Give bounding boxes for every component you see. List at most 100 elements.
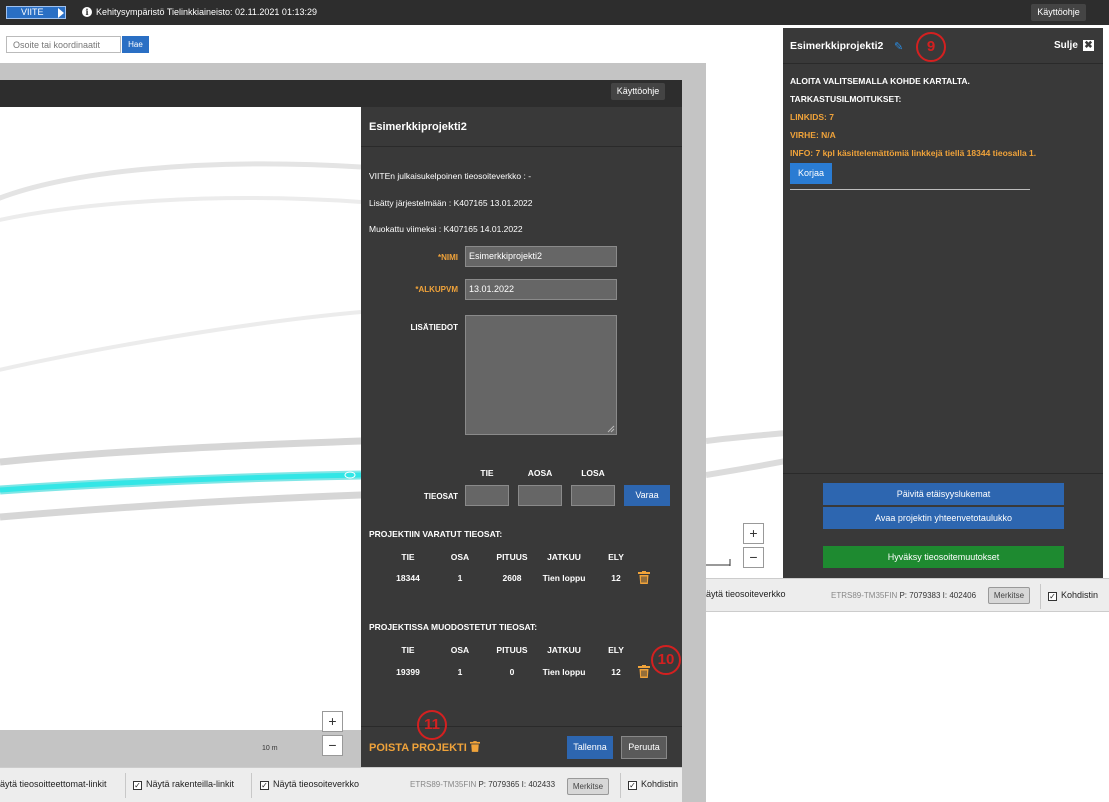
zoom-out-button[interactable]: − [322, 735, 343, 756]
fix-button[interactable]: Korjaa [790, 163, 832, 184]
projection-label: ETRS89-TM35FIN [831, 591, 898, 600]
cell-ely: 12 [611, 573, 621, 583]
trash-icon [469, 741, 480, 752]
checkbox-checked-icon[interactable]: ✓ [133, 781, 142, 790]
map-view[interactable] [0, 107, 361, 730]
table-header-jatkuu: JATKUU [547, 552, 581, 562]
i-value: 402433 [528, 780, 556, 789]
checkbox-checked-icon[interactable]: ✓ [628, 781, 637, 790]
public-network-text: VIITEn julkaisukelpoinen tieosoiteverkko… [369, 171, 532, 181]
delete-project-button[interactable]: POISTA PROJEKTI [369, 741, 480, 754]
road-line [706, 458, 786, 478]
reserved-parts-header: PROJEKTIIN VARATUT TIEOSAT: [369, 529, 503, 539]
road-number-input[interactable] [465, 485, 509, 506]
zoom-in-button[interactable]: + [743, 523, 764, 544]
p-label: P: [899, 591, 908, 600]
name-field[interactable]: Esimerkkiprojekti2 [465, 246, 617, 267]
added-text: Lisätty järjestelmään : K407165 13.01.20… [369, 198, 533, 208]
end-part-input[interactable] [571, 485, 615, 506]
save-button[interactable]: Tallenna [567, 736, 613, 759]
under-construction-toggle[interactable]: ✓ Näytä rakenteilla-linkit [133, 779, 234, 790]
i-label: I: [942, 591, 948, 600]
checkbox-checked-icon[interactable]: ✓ [1048, 592, 1057, 601]
road-line [0, 196, 361, 222]
search-input[interactable] [6, 36, 121, 53]
reserve-button[interactable]: Varaa [624, 485, 670, 506]
extra-info-textarea[interactable] [465, 315, 617, 435]
table-header-pituus: PITUUS [496, 645, 528, 655]
road-parts-label: TIEOSAT [423, 492, 458, 501]
cell-tie: 18344 [396, 573, 420, 583]
map-status-bar: äytä tieosoiteverkko ETRS89-TM35FIN P: 7… [706, 578, 1109, 612]
delete-project-label: POISTA PROJEKTI [369, 742, 467, 754]
cell-osa: 1 [457, 573, 463, 583]
help-button[interactable]: Käyttöohje [1031, 4, 1086, 21]
crosshair-label: Kohdistin [641, 779, 679, 789]
road-line [0, 310, 361, 372]
column-losa: LOSA [581, 468, 605, 478]
play-icon [58, 8, 64, 18]
top-bar: VIITE i Kehitysympäristö Tielinkkiaineis… [0, 0, 1109, 25]
start-part-input[interactable] [518, 485, 562, 506]
refresh-distances-button[interactable]: Päivitä etäisyyslukemat [823, 483, 1064, 505]
background-map[interactable] [706, 25, 786, 585]
p-label: P: [478, 780, 487, 789]
p-value: 7079383 [909, 591, 941, 600]
start-date-label: *ALKUPVM [415, 285, 458, 294]
divider [361, 726, 682, 727]
cell-osa: 1 [457, 667, 463, 677]
edit-pencil-icon[interactable]: ✎ [894, 40, 903, 53]
column-aosa: AOSA [527, 468, 553, 478]
search-button[interactable]: Hae [122, 36, 149, 53]
road-line [0, 437, 361, 466]
project-window: Käyttöohje + − 10 m Esimerkkiprojekti2 V… [0, 63, 706, 802]
cell-tie: 19399 [396, 667, 420, 677]
table-row: 19399 1 0 Tien loppu 12 [361, 665, 682, 681]
start-date-field[interactable]: 13.01.2022 [465, 279, 617, 300]
road-line [0, 491, 361, 521]
window-top-bar [0, 80, 682, 107]
under-construction-label: Näytä rakenteilla-linkit [146, 779, 235, 789]
table-header-ely: ELY [608, 552, 624, 562]
open-summary-button[interactable]: Avaa projektin yhteenvetotaulukko [823, 507, 1064, 529]
no-address-links-toggle[interactable]: äytä tieosoitteettomat-linkit [0, 779, 107, 789]
project-title: Esimerkkiprojekti2 [369, 121, 467, 133]
callout-9: 9 [916, 32, 946, 62]
show-network-toggle[interactable]: ✓ Näytä tieosoiteverkko [260, 779, 359, 790]
cell-jatkuu: Tien loppu [542, 573, 586, 583]
form-header: Esimerkkiprojekti2 [361, 107, 682, 147]
name-label: *NIMI [438, 253, 458, 262]
callout-10: 10 [651, 645, 681, 675]
table-header-osa: OSA [450, 552, 470, 562]
resize-handle-icon[interactable] [607, 425, 615, 433]
trash-icon[interactable] [638, 665, 650, 678]
divider [790, 189, 1030, 190]
zoom-out-button[interactable]: − [743, 547, 764, 568]
projection-label: ETRS89-TM35FIN [410, 780, 477, 789]
crosshair-toggle[interactable]: ✓ Kohdistin [628, 779, 678, 790]
column-tie: TIE [480, 468, 494, 478]
table-header-tie: TIE [401, 552, 415, 562]
mark-button[interactable]: Merkitse [988, 587, 1030, 604]
i-label: I: [521, 780, 527, 789]
cancel-button[interactable]: Peruuta [621, 736, 667, 759]
help-button[interactable]: Käyttöohje [611, 83, 665, 100]
mark-button[interactable]: Merkitse [567, 778, 609, 795]
close-button[interactable]: Sulje [1054, 40, 1078, 51]
checkbox-checked-icon[interactable]: ✓ [260, 781, 269, 790]
environment-badge-label: VIITE [21, 7, 44, 17]
coordinate-readout: ETRS89-TM35FIN P: 7079365 I: 402433 [410, 780, 555, 789]
zoom-in-button[interactable]: + [322, 711, 343, 732]
divider [1040, 584, 1041, 609]
divider [125, 773, 126, 798]
environment-badge[interactable]: VIITE [6, 6, 66, 19]
divider [783, 473, 1103, 474]
trash-icon[interactable] [638, 571, 650, 584]
show-network-label: Näytä tieosoiteverkko [273, 779, 360, 789]
close-icon[interactable]: ✖ [1083, 40, 1094, 51]
project-side-panel: Esimerkkiprojekti2 ✎ 9 Sulje ✖ ALOITA VA… [783, 28, 1103, 578]
table-header-pituus: PITUUS [496, 552, 528, 562]
accept-changes-button[interactable]: Hyväksy tieosoitemuutokset [823, 546, 1064, 568]
crosshair-toggle[interactable]: ✓ Kohdistin [1048, 590, 1098, 601]
show-network-toggle[interactable]: äytä tieosoiteverkko [706, 589, 786, 599]
